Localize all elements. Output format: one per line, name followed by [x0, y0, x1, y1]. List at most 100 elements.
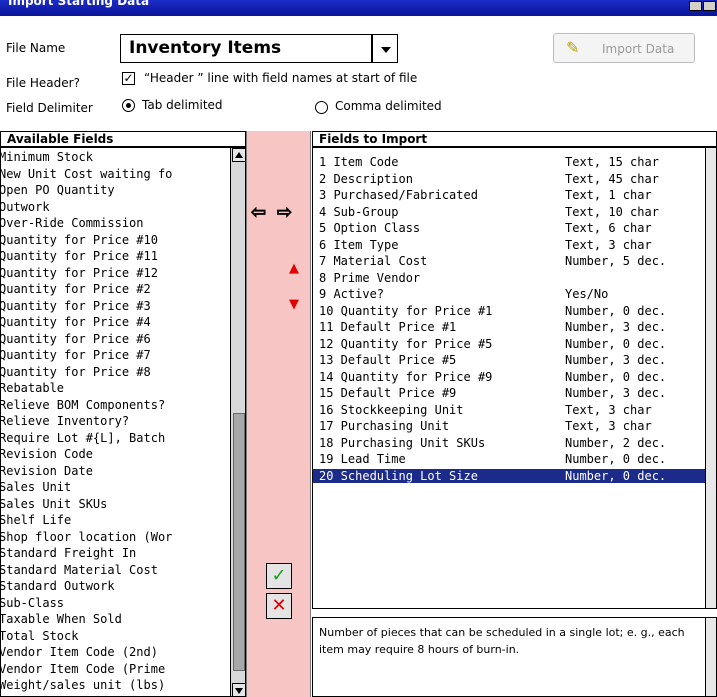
table-row[interactable]: 10 Quantity for Price #1 Number, 0 dec. [313, 304, 705, 318]
table-row[interactable]: 18 Purchasing Unit SKUs Number, 2 dec. [313, 436, 705, 450]
list-item[interactable]: Standard Material Cost [1, 563, 158, 577]
move-down-arrow-icon[interactable]: ▼ [289, 298, 299, 311]
description-scrollbar[interactable] [705, 618, 716, 696]
table-row[interactable]: 6 Item Type Text, 3 char [313, 238, 705, 252]
list-item[interactable]: Vendor Item Code (2nd) [1, 645, 158, 659]
field-name: 14 Quantity for Price #9 [319, 369, 493, 384]
field-name: 10 Quantity for Price #1 [319, 303, 493, 318]
table-row[interactable]: 14 Quantity for Price #9 Number, 0 dec. [313, 370, 705, 384]
table-row[interactable]: 7 Material Cost Number, 5 dec. [313, 254, 705, 268]
import-scrollbar[interactable] [705, 148, 716, 608]
table-row[interactable]: 20 Scheduling Lot Size Number, 0 dec. [313, 468, 705, 483]
list-item[interactable]: Quantity for Price #6 [1, 332, 151, 346]
table-row[interactable]: 9 Active? Yes/No [313, 287, 705, 301]
minimize-button[interactable] [689, 1, 702, 11]
table-row[interactable]: 15 Default Price #9 Number, 3 dec. [313, 386, 705, 400]
field-type: Number, 0 dec. [565, 468, 667, 483]
list-item[interactable]: Sales Unit [1, 480, 71, 494]
field-name: 11 Default Price #1 [319, 320, 457, 334]
table-row[interactable]: 5 Option Class Text, 6 char [313, 221, 705, 235]
file-name-select[interactable]: Inventory Items [120, 34, 372, 63]
file-header-checkbox[interactable]: ✓ [122, 72, 135, 85]
available-scrollbar[interactable] [230, 148, 245, 696]
import-data-label: Import Data [602, 42, 675, 56]
scroll-down-arrow[interactable] [232, 683, 245, 696]
field-type: Number, 0 dec. [565, 452, 667, 466]
chevron-down-icon [381, 47, 391, 53]
field-type: Text, 3 char [565, 237, 652, 252]
list-item[interactable]: Weight/sales unit (lbs) [1, 678, 165, 692]
table-row[interactable]: 17 Purchasing Unit Text, 3 char [313, 419, 705, 433]
accept-button[interactable]: ✓ [266, 563, 292, 589]
list-item[interactable]: Quantity for Price #2 [1, 282, 151, 296]
table-row[interactable]: 4 Sub-Group Text, 10 char [313, 205, 705, 219]
field-type: Text, 10 char [565, 204, 659, 219]
tab-delimited-radio[interactable] [122, 99, 135, 112]
table-row[interactable]: 16 Stockkeeping Unit Text, 3 char [313, 403, 705, 417]
import-data-button[interactable]: ✎ Import Data [553, 33, 695, 63]
table-row[interactable]: 1 Item Code Text, 15 char [313, 155, 705, 169]
list-item[interactable]: Quantity for Price #11 [1, 249, 158, 263]
list-item[interactable]: Rebatable [1, 381, 64, 395]
field-type: Number, 3 dec. [565, 320, 667, 334]
fields-to-import-list[interactable]: 1 Item Code Text, 15 char 2 Description Tex… [312, 147, 717, 609]
list-item[interactable]: Sales Unit SKUs [1, 497, 107, 511]
table-row[interactable]: 13 Default Price #5 Number, 3 dec. [313, 353, 705, 367]
title-bar[interactable]: Import Starting Data [0, 0, 717, 16]
list-item[interactable]: New Unit Cost waiting fo [1, 167, 172, 181]
move-right-arrow-icon[interactable]: ⇨ [276, 203, 292, 222]
field-type: Text, 6 char [565, 221, 652, 235]
file-name-label: File Name [6, 41, 66, 55]
field-name: 12 Quantity for Price #5 [319, 336, 493, 351]
list-item[interactable]: Quantity for Price #10 [1, 233, 158, 247]
table-row[interactable]: 3 Purchased/Fabricated Text, 1 char [313, 188, 705, 202]
field-name: 5 Option Class [319, 221, 421, 235]
list-item[interactable]: Revision Date [1, 464, 93, 478]
table-row[interactable]: 2 Description Text, 45 char [313, 172, 705, 186]
field-type: Text, 3 char [565, 402, 652, 417]
available-scroll-thumb[interactable] [233, 413, 245, 671]
field-type: Text, 45 char [565, 171, 659, 186]
list-item[interactable]: Standard Outwork [1, 579, 115, 593]
scroll-up-arrow[interactable] [232, 148, 245, 162]
field-type: Number, 3 dec. [565, 353, 667, 367]
list-item[interactable]: Shop floor location (Wor [1, 530, 172, 544]
list-item[interactable]: Quantity for Price #4 [1, 315, 151, 329]
table-row[interactable]: 11 Default Price #1 Number, 3 dec. [313, 320, 705, 334]
table-row[interactable]: 12 Quantity for Price #5 Number, 0 dec. [313, 337, 705, 351]
field-name: 20 Scheduling Lot Size [319, 468, 478, 483]
list-item[interactable]: Quantity for Price #7 [1, 348, 151, 362]
maximize-button[interactable] [703, 1, 716, 11]
list-item[interactable]: Vendor Item Code (Prime [1, 662, 165, 676]
list-item[interactable]: Standard Freight In [1, 546, 136, 560]
fields-to-import-header: Fields to Import [312, 131, 717, 147]
list-item[interactable]: Open PO Quantity [1, 183, 115, 197]
list-item[interactable]: Revision Code [1, 447, 93, 461]
field-name: 19 Lead Time [319, 452, 406, 466]
list-item[interactable]: Require Lot #{L], Batch [1, 431, 165, 445]
move-up-arrow-icon[interactable]: ▲ [289, 262, 299, 275]
available-fields-list[interactable]: Minimum Stock New Unit Cost waiting fo Ope… [0, 147, 246, 697]
table-row[interactable]: 19 Lead Time Number, 0 dec. [313, 452, 705, 466]
list-item[interactable]: Minimum Stock [1, 150, 93, 164]
cancel-button[interactable]: ✕ [266, 593, 292, 619]
list-item[interactable]: Total Stock [1, 629, 78, 643]
field-name: 18 Purchasing Unit SKUs [319, 435, 486, 450]
list-item[interactable]: Shelf Life [1, 513, 71, 527]
field-type: Text, 3 char [565, 419, 652, 433]
list-item[interactable]: Quantity for Price #3 [1, 299, 151, 313]
list-item[interactable]: Quantity for Price #8 [1, 365, 151, 379]
list-item[interactable]: Quantity for Price #12 [1, 266, 158, 280]
list-item[interactable]: Relieve Inventory? [1, 414, 129, 428]
field-name: 4 Sub-Group [319, 204, 399, 219]
comma-delimited-radio[interactable] [315, 101, 328, 114]
list-item[interactable]: Sub-Class [1, 596, 64, 610]
list-item[interactable]: Outwork [1, 200, 50, 214]
file-name-dropdown-button[interactable] [372, 34, 398, 63]
field-name: 16 Stockkeeping Unit [319, 402, 464, 417]
move-left-arrow-icon[interactable]: ⇦ [250, 203, 266, 222]
list-item[interactable]: Taxable When Sold [1, 612, 122, 626]
list-item[interactable]: Over-Ride Commission [1, 216, 144, 230]
table-row[interactable]: 8 Prime Vendor [313, 271, 705, 285]
list-item[interactable]: Relieve BOM Components? [1, 398, 165, 412]
